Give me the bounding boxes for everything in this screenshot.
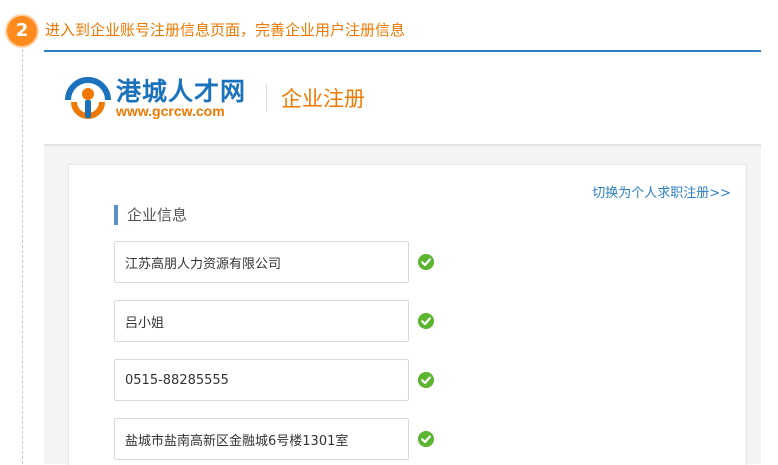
switch-to-personal-link[interactable]: 切换为个人求职注册>> bbox=[592, 182, 731, 201]
check-icon bbox=[418, 254, 434, 270]
check-icon bbox=[418, 313, 434, 329]
step-rail bbox=[22, 44, 23, 464]
address-row bbox=[114, 418, 454, 462]
contact-person-input[interactable] bbox=[114, 300, 409, 342]
address-input[interactable] bbox=[114, 418, 409, 460]
section-title-company-info: 企业信息 bbox=[114, 205, 187, 225]
logo-url: www.gcrcw.com bbox=[116, 103, 225, 119]
registration-form-panel: 切换为个人求职注册>> 企业信息 bbox=[68, 164, 747, 465]
company-name-input[interactable] bbox=[114, 241, 409, 283]
check-icon bbox=[418, 372, 434, 388]
page-title: 企业注册 bbox=[281, 87, 365, 111]
phone-row bbox=[114, 359, 454, 403]
logo-mark-icon bbox=[65, 77, 111, 119]
site-logo[interactable]: 港城人才网 www.gcrcw.com bbox=[64, 72, 264, 124]
header-separator bbox=[266, 84, 267, 112]
step-number-badge: 2 bbox=[7, 16, 37, 46]
site-header: 港城人才网 www.gcrcw.com 企业注册 bbox=[44, 52, 761, 146]
check-icon bbox=[418, 431, 434, 447]
step-instruction: 进入到企业账号注册信息页面，完善企业用户注册信息 bbox=[45, 21, 406, 39]
contact-person-row bbox=[114, 300, 454, 344]
company-name-row bbox=[114, 241, 454, 285]
phone-input[interactable] bbox=[114, 359, 409, 401]
